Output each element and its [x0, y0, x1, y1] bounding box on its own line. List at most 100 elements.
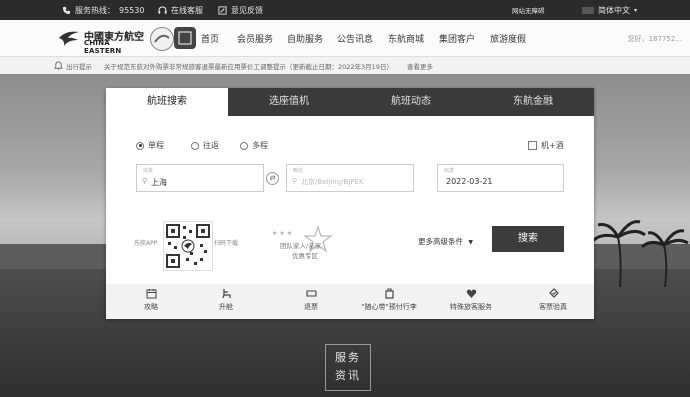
radio-dot: [240, 141, 248, 150]
search-button[interactable]: 搜索: [492, 226, 564, 252]
headset-icon: [158, 6, 167, 14]
flight-hotel-checkbox[interactable]: 机+酒: [528, 140, 564, 151]
checkbox-box: [528, 141, 537, 150]
accessibility-link[interactable]: 网站无障碍: [512, 5, 545, 15]
skyteam-icon: [154, 34, 170, 43]
nav-item-mall[interactable]: 东航商城: [388, 32, 424, 45]
advanced-options-toggle[interactable]: 更多高级条件 ▼: [418, 236, 473, 247]
date-label: 出发: [444, 168, 455, 174]
quick-services-bar: 攻略 升舱 退票 "随心带"预付行李 特殊旅客服务 客票验真: [106, 284, 594, 319]
notice-label: 出行提示: [66, 63, 92, 71]
nav-item-member[interactable]: 会员服务: [237, 32, 273, 45]
service-label: 退票: [304, 303, 318, 311]
departure-value: 上海: [151, 178, 167, 187]
flag-icon: [582, 7, 594, 14]
qr-right-label: 扫码下载: [214, 240, 239, 247]
departure-label: 出发: [143, 168, 154, 174]
notice-text[interactable]: 关于规范东航对外购票非常规旅客退票最新应用票价工调整提示（更新截止日期：2022…: [104, 61, 393, 71]
service-label: 特殊旅客服务: [450, 303, 492, 311]
service-news-box[interactable]: 服务 资讯: [325, 344, 371, 391]
location-pin-icon: ⚲: [142, 177, 148, 185]
heart-icon: [466, 289, 476, 298]
service-ticket-verify[interactable]: 客票验真: [508, 288, 598, 312]
hotline-label: 服务热线：: [75, 6, 115, 15]
nav-item-corporate[interactable]: 集团客户: [439, 32, 475, 45]
travel-notice-bar: 出行提示 关于规范东航对外购票非常规旅客退票最新应用票价工调整提示（更新截止日期…: [0, 57, 690, 74]
dots-decor-icon: ★★★: [272, 230, 295, 237]
news-line1: 服务: [335, 351, 361, 364]
service-label: 升舱: [219, 303, 233, 311]
feedback-label: 意见反馈: [231, 6, 263, 15]
departure-date-field[interactable]: 出发 2022-03-21: [437, 164, 564, 192]
advanced-options-label: 更多高级条件: [418, 237, 463, 246]
skyteam-emblem: [150, 27, 174, 51]
app-qr-code: [163, 221, 213, 271]
luggage-icon: [384, 288, 394, 299]
promo-line2: 优惠专区: [292, 252, 318, 260]
radio-round-trip-label: 往返: [203, 141, 219, 150]
seat-icon: [221, 289, 231, 299]
tab-seat-checkin[interactable]: 选座值机: [228, 88, 350, 116]
booking-tabs: 航班搜索 选座值机 航班动态 东航金融: [106, 88, 594, 116]
tab-flight-status[interactable]: 航班动态: [350, 88, 472, 116]
radio-dot-selected: [136, 141, 144, 150]
flight-hotel-label: 机+酒: [541, 141, 564, 150]
caret-down-icon: ▼: [468, 239, 474, 246]
nav-item-self-service[interactable]: 自助服务: [287, 32, 323, 45]
online-service-link[interactable]: 在线客服: [158, 5, 203, 16]
top-bar: 服务热线： 95530 在线客服 意见反馈 网站无障碍 简体中文 ▾: [0, 0, 690, 20]
palm-trees-image: [590, 220, 689, 287]
qr-left-label: 东航APP: [134, 240, 158, 247]
ticket-icon: [306, 290, 316, 297]
radio-multi-city[interactable]: 多程: [240, 140, 268, 151]
expo-icon: [178, 31, 192, 45]
date-value: 2022-03-21: [446, 177, 493, 186]
radio-multi-city-label: 多程: [252, 141, 268, 150]
qr-code-icon: [166, 224, 210, 268]
radio-dot: [191, 141, 199, 150]
header: 中國東方航空 CHINA EASTERN 首页 会员服务 自助服务 公告讯息 东…: [0, 20, 690, 57]
language-label: 简体中文: [598, 6, 630, 15]
expo-emblem: [174, 27, 196, 49]
group-discount-promo[interactable]: ★★★ 团队家人/亲家 优惠专区: [272, 226, 342, 262]
arrival-field[interactable]: 到达 ⚲ 北京/Beijing/BJPEK: [286, 164, 414, 192]
notice-more-link[interactable]: 查看更多: [407, 61, 433, 71]
accessibility-label: 网站无障碍: [512, 7, 545, 15]
feedback-link[interactable]: 意见反馈: [218, 5, 263, 16]
service-prepaid-luggage[interactable]: "随心带"预付行李: [339, 288, 439, 312]
nav-item-notices[interactable]: 公告讯息: [337, 32, 373, 45]
service-upgrade[interactable]: 升舱: [181, 288, 271, 312]
swap-cities-button[interactable]: ⇄: [266, 172, 279, 185]
tab-finance[interactable]: 东航金融: [472, 88, 594, 116]
hotline: 服务热线： 95530: [62, 5, 144, 16]
radio-round-trip[interactable]: 往返: [191, 140, 219, 151]
location-pin-icon: ⚲: [292, 177, 298, 185]
airline-logo[interactable]: 中國東方航空 CHINA EASTERN: [58, 26, 148, 55]
swap-icon: ⇄: [269, 174, 276, 182]
radio-one-way[interactable]: 单程: [136, 140, 164, 151]
arrival-label: 到达: [293, 168, 304, 174]
hotline-number: 95530: [119, 6, 145, 15]
tab-flight-search[interactable]: 航班搜索: [106, 88, 228, 116]
nav-item-travel[interactable]: 旅游度假: [490, 32, 526, 45]
language-select[interactable]: 简体中文 ▾: [582, 5, 637, 16]
logo-en-text: CHINA EASTERN: [84, 39, 122, 55]
ticket-check-icon: [548, 288, 559, 298]
arrival-placeholder: 北京/Beijing/BJPEK: [301, 178, 364, 186]
phone-icon: [62, 6, 71, 15]
news-line2: 资讯: [335, 369, 361, 382]
departure-field[interactable]: 出发 ⚲ 上海: [136, 164, 264, 192]
nav-item-home[interactable]: 首页: [201, 32, 219, 45]
chevron-down-icon: ▾: [634, 7, 638, 14]
swallow-logo-icon: [59, 31, 79, 46]
online-service-label: 在线客服: [171, 6, 203, 15]
promo-line1: 团队家人/亲家: [280, 242, 322, 250]
user-greeting[interactable]: 您好，187752...: [628, 34, 682, 44]
edit-icon: [218, 6, 227, 15]
calendar-icon: [146, 289, 156, 299]
bell-icon: [54, 61, 63, 70]
service-special-passenger[interactable]: 特殊旅客服务: [426, 288, 516, 312]
radio-one-way-label: 单程: [148, 141, 164, 150]
service-label: 攻略: [144, 303, 158, 311]
service-label: "随心带"预付行李: [361, 303, 417, 311]
